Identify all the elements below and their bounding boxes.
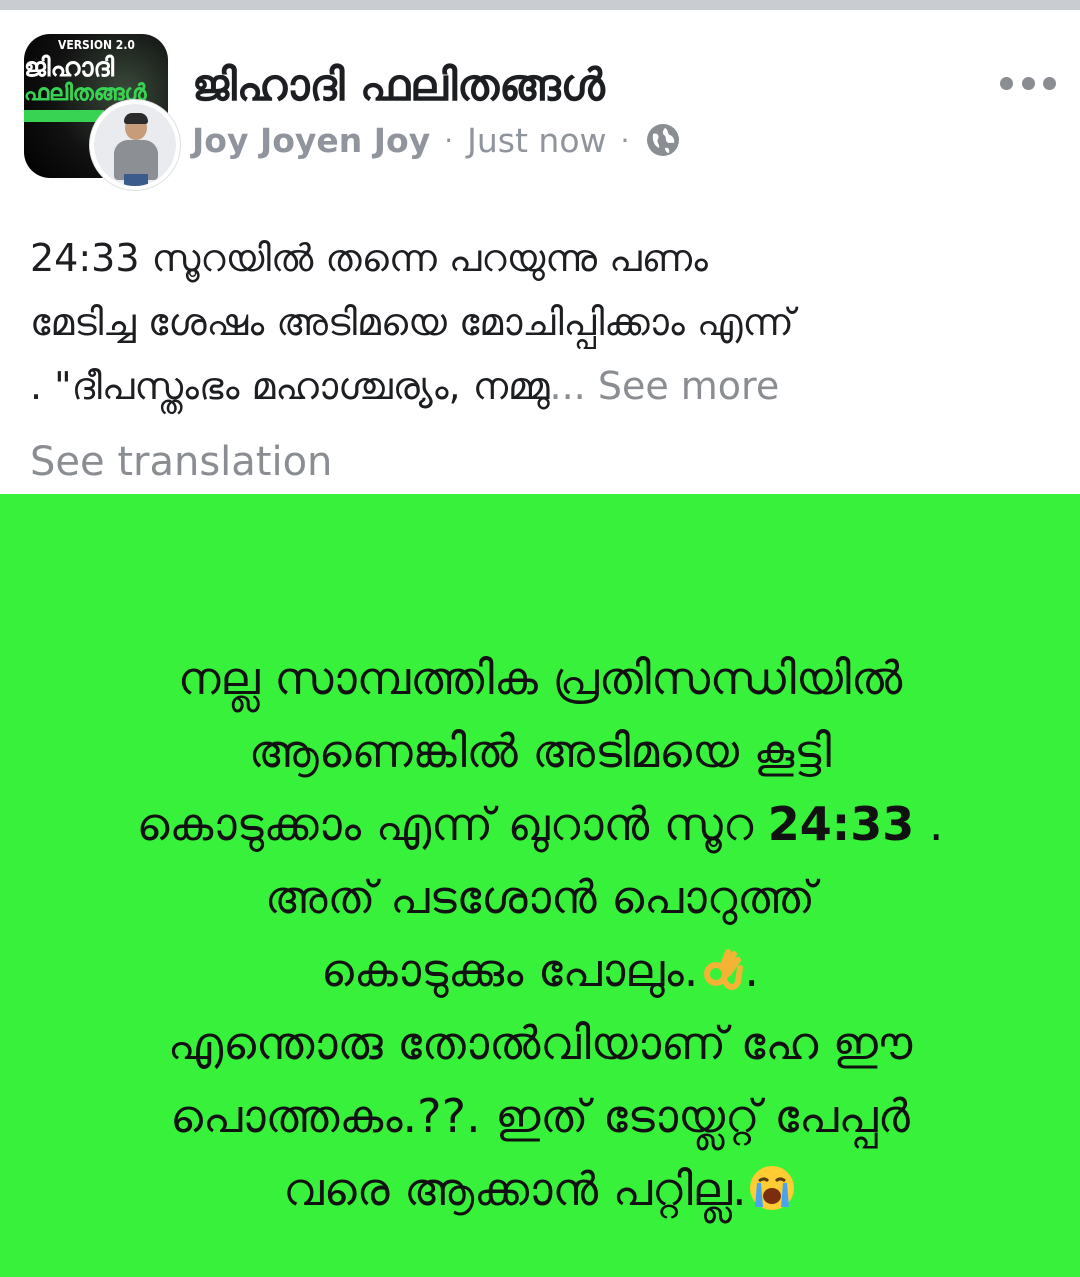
avatar-version-text: VERSION 2.0 — [58, 38, 135, 52]
meta-separator: · — [444, 123, 454, 157]
image-text-line: പൊത്തകം.??. ഇത് ടോയ്ലറ്റ് പേപ്പർ — [170, 1089, 910, 1143]
image-text-line: കൊടുക്കും പോലും. . — [320, 942, 760, 997]
top-divider — [0, 0, 1080, 10]
ok-hand-icon — [698, 942, 744, 990]
post-header: VERSION 2.0 ജിഹാദി ഫലിതങ്ങൾ ജിഹാദി ഫലിതങ… — [0, 10, 1080, 210]
avatar-title-line1: ജിഹാദി — [24, 53, 115, 83]
see-translation-link[interactable]: See translation — [30, 430, 332, 494]
image-text-line: കൊടുക്കാം എന്ന് ഖുറാൻ സൂറ 24:33 . — [136, 797, 944, 851]
image-text-line: നല്ല സാമ്പത്തിക പ്രതിസന്ധിയിൽ — [177, 651, 903, 705]
meta-separator: · — [620, 123, 630, 157]
post-text-line: . "ദീപസ്തംഭം മഹാശ്ചര്യം, നമ്മു... See mo… — [30, 364, 780, 408]
post-text: 24:33 സൂറയിൽ തന്നെ പറയുന്നു പണം മേടിച്ച … — [30, 226, 1060, 418]
avatar-stripe — [24, 110, 104, 122]
post-image[interactable]: നല്ല സാമ്പത്തിക പ്രതിസന്ധിയിൽ ആണെങ്കിൽ അ… — [0, 494, 1080, 1277]
see-more-link[interactable]: ... See more — [550, 364, 780, 408]
image-text-line: ആണെങ്കിൽ അടിമയെ കൂട്ടി — [248, 724, 832, 778]
post-timestamp[interactable]: Just now — [467, 121, 606, 160]
post-text-line: 24:33 സൂറയിൽ തന്നെ പറയുന്നു പണം — [30, 236, 708, 280]
image-text-line: വരെ ആക്കാൻ പറ്റില്ല. — [0, 1153, 1080, 1226]
author-name[interactable]: Joy Joyen Joy — [192, 121, 430, 160]
image-text-line: അത് പടശോൻ പൊറുത്ത് — [264, 870, 816, 924]
sura-number: 24:33 — [767, 797, 915, 851]
image-text: നല്ല സാമ്പത്തിക പ്രതിസന്ധിയിൽ ആണെങ്കിൽ അ… — [0, 642, 1080, 1226]
crying-face-icon — [747, 1161, 797, 1211]
more-options-icon[interactable] — [1000, 68, 1056, 98]
image-text-line: എന്തൊരു തോൽവിയാണ് ഹേ ഈ — [167, 1016, 913, 1070]
post-text-line: മേടിച്ച ശേഷം അടിമയെ മോചിപ്പിക്കാം എന്ന് — [30, 300, 794, 344]
post-meta: Joy Joyen Joy · Just now · — [192, 118, 681, 162]
globe-icon — [645, 122, 681, 158]
user-avatar[interactable] — [90, 100, 180, 190]
group-name[interactable]: ജിഹാദി ഫലിതങ്ങൾ — [192, 58, 605, 114]
